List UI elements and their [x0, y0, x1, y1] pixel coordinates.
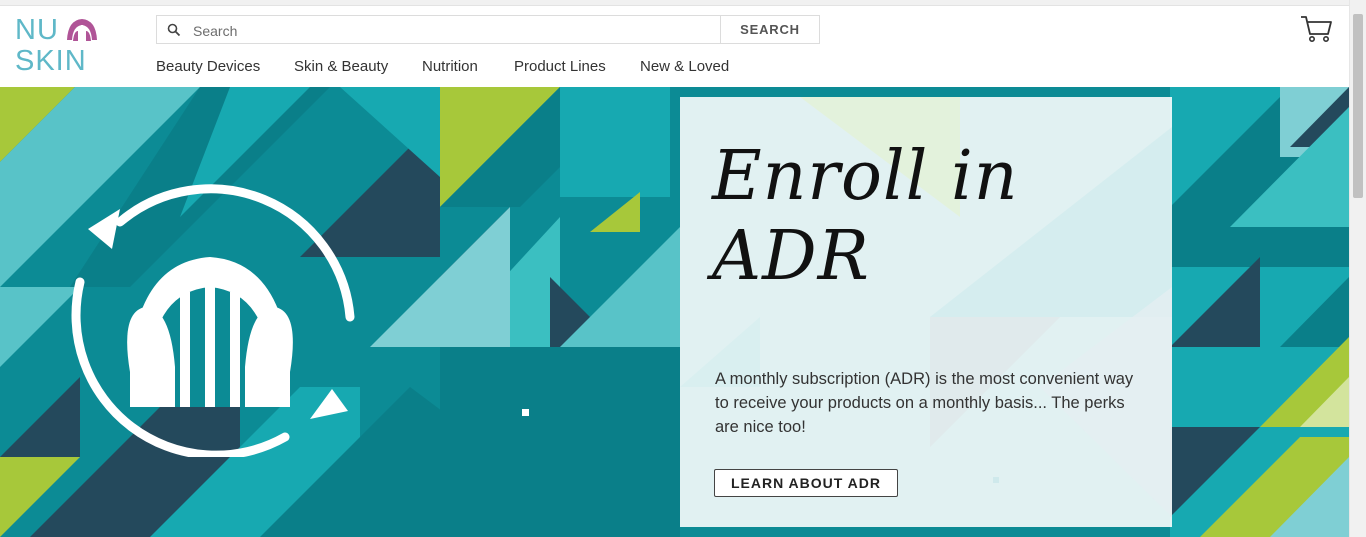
logo-text-skin: SKIN	[15, 45, 87, 77]
hero-title-line1: Enroll in	[712, 137, 1019, 216]
search-icon[interactable]	[167, 23, 181, 37]
nav-item-skin-beauty[interactable]: Skin & Beauty	[294, 58, 388, 75]
scrollbar-thumb[interactable]	[1353, 14, 1363, 198]
nav-item-nutrition[interactable]: Nutrition	[422, 58, 478, 75]
hero-title: Enroll in ADR	[712, 137, 1019, 297]
cart-icon[interactable]	[1300, 14, 1334, 44]
learn-about-adr-button[interactable]: LEARN ABOUT ADR	[714, 469, 898, 497]
adr-refresh-icon	[71, 184, 355, 457]
nav-item-beauty-devices[interactable]: Beauty Devices	[156, 58, 260, 75]
hero-description: A monthly subscription (ADR) is the most…	[715, 370, 1134, 436]
nav-item-new-loved[interactable]: New & Loved	[640, 58, 729, 75]
search-button[interactable]: SEARCH	[720, 16, 819, 43]
logo-fountain-icon	[67, 19, 97, 42]
logo-text-nu: NU	[15, 14, 59, 46]
hero-title-line2: ADR	[712, 217, 870, 296]
adr-hero-banner: Enroll in ADR A monthly subscription (AD…	[0, 87, 1349, 537]
nu-skin-logo[interactable]: NU SKIN	[15, 14, 105, 76]
nav-item-product-lines[interactable]: Product Lines	[514, 58, 606, 75]
site-header: NU SKIN SEARCH Beauty Devices Skin & Bea…	[0, 6, 1349, 87]
page-scrollbar[interactable]	[1349, 0, 1366, 537]
search-input[interactable]	[191, 19, 725, 42]
search-bar: SEARCH	[156, 15, 820, 44]
